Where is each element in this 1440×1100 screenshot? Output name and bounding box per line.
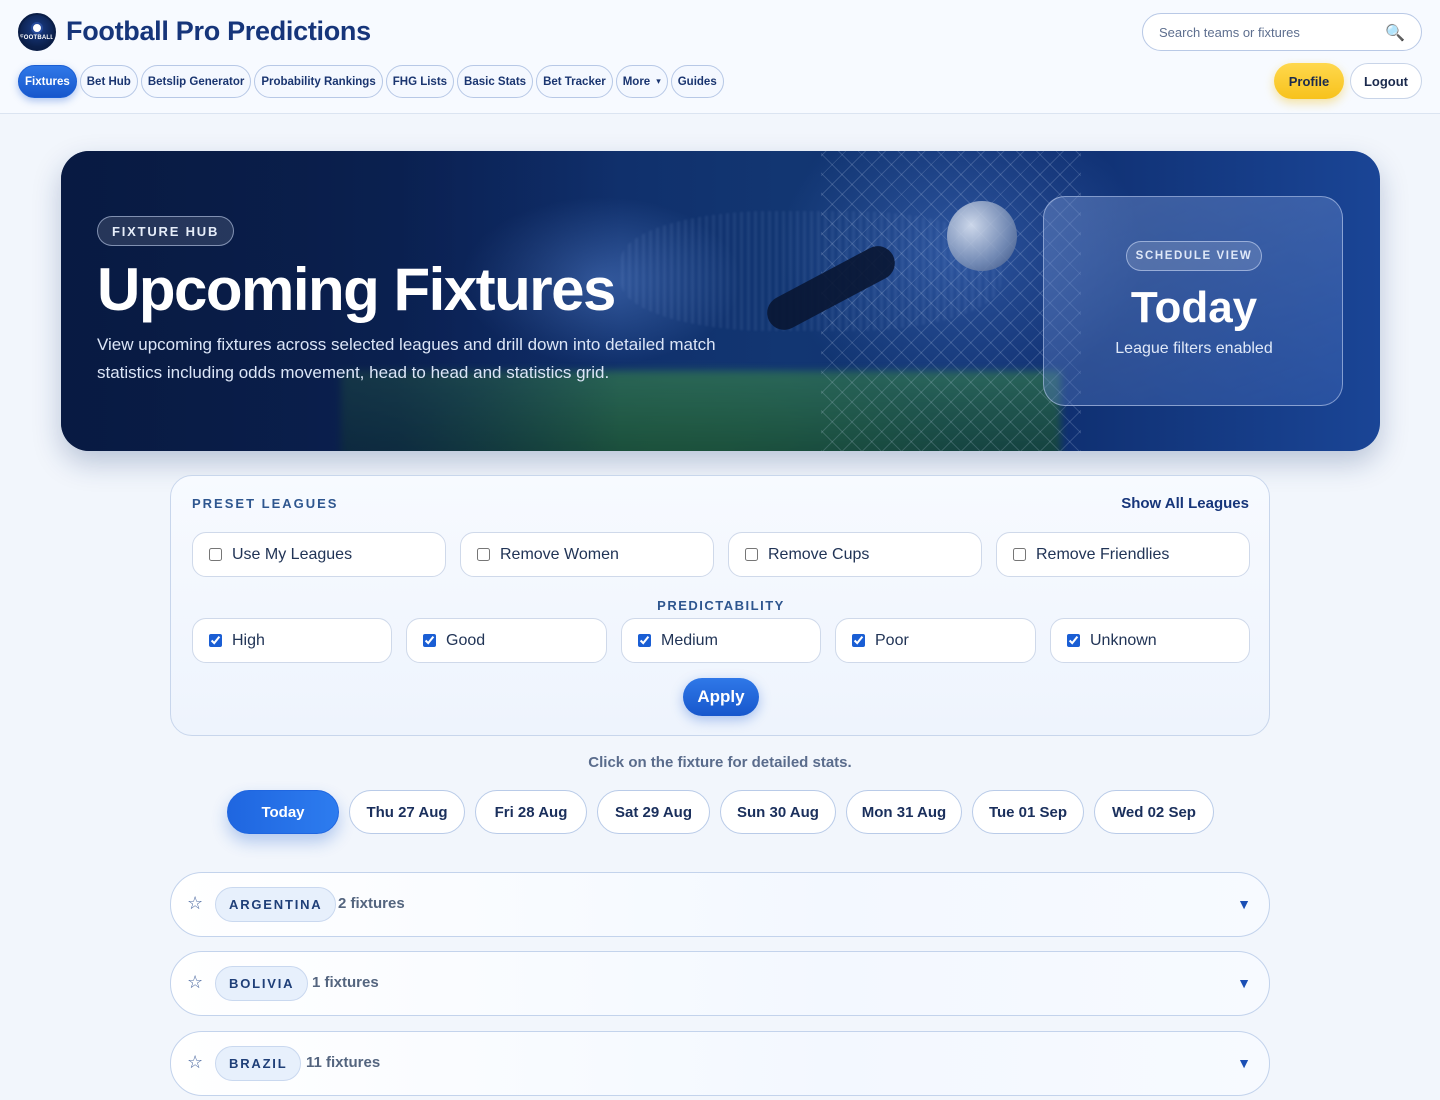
- nav-probability-rankings[interactable]: Probability Rankings: [254, 65, 383, 98]
- predictability-good[interactable]: Good: [406, 618, 607, 663]
- nav-label: FHG Lists: [392, 75, 448, 88]
- predictability-medium[interactable]: Medium: [621, 618, 821, 663]
- hero-description: View upcoming fixtures across selected l…: [97, 335, 716, 382]
- schedule-title: Today: [1130, 283, 1258, 332]
- schedule-tag: SCHEDULE VIEW: [1126, 241, 1262, 271]
- nav-label: Guides: [677, 75, 717, 88]
- goal-net-image: [821, 151, 1081, 451]
- nav-betslip-generator[interactable]: Betslip Generator: [140, 65, 252, 98]
- checkbox-label: Remove Cups: [768, 545, 870, 563]
- nav-label: Probability Rankings: [261, 75, 376, 88]
- nav-label: Fixtures: [25, 75, 70, 88]
- fixture-hint: Click on the fixture for detailed stats.: [588, 754, 852, 771]
- country-badge: BRAZIL: [215, 1046, 302, 1081]
- chevron-down-icon[interactable]: ▼: [1237, 896, 1251, 912]
- predictability-poor[interactable]: Poor: [835, 618, 1036, 663]
- hero-tag: FIXTURE HUB: [97, 216, 235, 246]
- date-tab-wed-02-sep[interactable]: Wed 02 Sep: [1094, 790, 1214, 834]
- favorite-star-icon[interactable]: ☆: [187, 1052, 203, 1073]
- preset-use-my-leagues[interactable]: Use My Leagues: [192, 532, 446, 577]
- date-tab-sat-29-aug[interactable]: Sat 29 Aug: [597, 790, 710, 834]
- search-input[interactable]: [1159, 24, 1379, 40]
- preset-remove-cups[interactable]: Remove Cups: [728, 532, 982, 577]
- checkbox-label: Use My Leagues: [232, 545, 353, 563]
- remove-women-checkbox[interactable]: [477, 548, 490, 561]
- profile-button[interactable]: Profile: [1274, 63, 1344, 99]
- fixture-count: 2 fixtures: [338, 895, 405, 912]
- chevron-down-icon: ▾: [656, 76, 661, 86]
- checkbox-label: Good: [446, 631, 486, 649]
- date-tab-today[interactable]: Today: [227, 790, 339, 834]
- date-tab-tue-01-sep[interactable]: Tue 01 Sep: [972, 790, 1084, 834]
- checkbox-label: High: [232, 631, 265, 649]
- football-icon: [31, 22, 43, 34]
- country-badge: ARGENTINA: [215, 887, 337, 922]
- nav-bet-tracker[interactable]: Bet Tracker: [536, 65, 613, 98]
- checkbox-label: Unknown: [1090, 631, 1157, 649]
- favorite-star-icon[interactable]: ☆: [187, 893, 203, 914]
- unknown-checkbox[interactable]: [1067, 634, 1080, 647]
- chevron-down-icon[interactable]: ▼: [1237, 1055, 1251, 1071]
- filter-panel: PRESET LEAGUES Show All Leagues Use My L…: [170, 475, 1270, 736]
- page-title: Upcoming Fixtures: [97, 256, 616, 323]
- predictability-high[interactable]: High: [192, 618, 392, 663]
- checkbox-label: Remove Women: [500, 545, 619, 563]
- show-all-leagues-link[interactable]: Show All Leagues: [1121, 495, 1249, 512]
- logout-button[interactable]: Logout: [1350, 63, 1422, 99]
- date-tab-fri-28-aug[interactable]: Fri 28 Aug: [475, 790, 587, 834]
- remove-friendlies-checkbox[interactable]: [1013, 548, 1026, 561]
- nav-label: Bet Hub: [86, 75, 131, 88]
- site-logo[interactable]: FOOTBALL: [18, 13, 56, 51]
- search-icon[interactable]: 🔍: [1385, 23, 1405, 43]
- country-row-argentina[interactable]: ☆ ARGENTINA 2 fixtures ▼: [170, 872, 1270, 937]
- date-tab-sun-30-aug[interactable]: Sun 30 Aug: [720, 790, 836, 834]
- schedule-subtitle: League filters enabled: [1115, 340, 1273, 357]
- country-badge: BOLIVIA: [215, 966, 309, 1001]
- nav-bet-hub[interactable]: Bet Hub: [79, 65, 138, 98]
- nav-label: Bet Tracker: [543, 75, 606, 88]
- country-row-bolivia[interactable]: ☆ BOLIVIA 1 fixtures ▼: [170, 951, 1270, 1016]
- nav-more-dropdown[interactable]: More ▾: [615, 65, 668, 98]
- predictability-unknown[interactable]: Unknown: [1050, 618, 1250, 663]
- logo-text: FOOTBALL: [19, 35, 55, 41]
- fixture-count: 11 fixtures: [306, 1054, 381, 1071]
- search-box: 🔍: [1142, 13, 1422, 51]
- preset-remove-friendlies[interactable]: Remove Friendlies: [996, 532, 1250, 577]
- poor-checkbox[interactable]: [852, 634, 865, 647]
- nav-label: More: [622, 75, 651, 88]
- date-tab-thu-27-aug[interactable]: Thu 27 Aug: [349, 790, 465, 834]
- nav-label: Betslip Generator: [147, 75, 245, 88]
- apply-button[interactable]: Apply: [683, 678, 759, 716]
- top-header: FOOTBALL Football Pro Predictions 🔍 Fixt…: [0, 0, 1440, 114]
- main-nav: Fixtures Bet Hub Betslip Generator Proba…: [18, 65, 724, 98]
- date-tab-mon-31-aug[interactable]: Mon 31 Aug: [846, 790, 962, 834]
- fixture-count: 1 fixtures: [312, 974, 379, 991]
- hero-banner: FIXTURE HUB Upcoming Fixtures View upcom…: [61, 151, 1380, 451]
- preset-leagues-label: PRESET LEAGUES: [192, 496, 339, 511]
- good-checkbox[interactable]: [423, 634, 436, 647]
- checkbox-label: Poor: [875, 631, 909, 649]
- ball-image: [947, 201, 1017, 271]
- nav-basic-stats[interactable]: Basic Stats: [457, 65, 534, 98]
- country-row-brazil[interactable]: ☆ BRAZIL 11 fixtures ▼: [170, 1031, 1270, 1096]
- use-my-leagues-checkbox[interactable]: [209, 548, 222, 561]
- checkbox-label: Medium: [661, 631, 718, 649]
- remove-cups-checkbox[interactable]: [745, 548, 758, 561]
- preset-remove-women[interactable]: Remove Women: [460, 532, 714, 577]
- brand-name[interactable]: Football Pro Predictions: [66, 16, 371, 47]
- predictability-label: PREDICTABILITY: [657, 598, 785, 613]
- schedule-view-card: SCHEDULE VIEW Today League filters enabl…: [1043, 196, 1343, 406]
- checkbox-label: Remove Friendlies: [1036, 545, 1170, 563]
- nav-fhg-lists[interactable]: FHG Lists: [385, 65, 455, 98]
- high-checkbox[interactable]: [209, 634, 222, 647]
- chevron-down-icon[interactable]: ▼: [1237, 975, 1251, 991]
- nav-label: Basic Stats: [464, 75, 527, 88]
- favorite-star-icon[interactable]: ☆: [187, 972, 203, 993]
- nav-guides[interactable]: Guides: [670, 65, 724, 98]
- nav-fixtures[interactable]: Fixtures: [18, 65, 77, 98]
- medium-checkbox[interactable]: [638, 634, 651, 647]
